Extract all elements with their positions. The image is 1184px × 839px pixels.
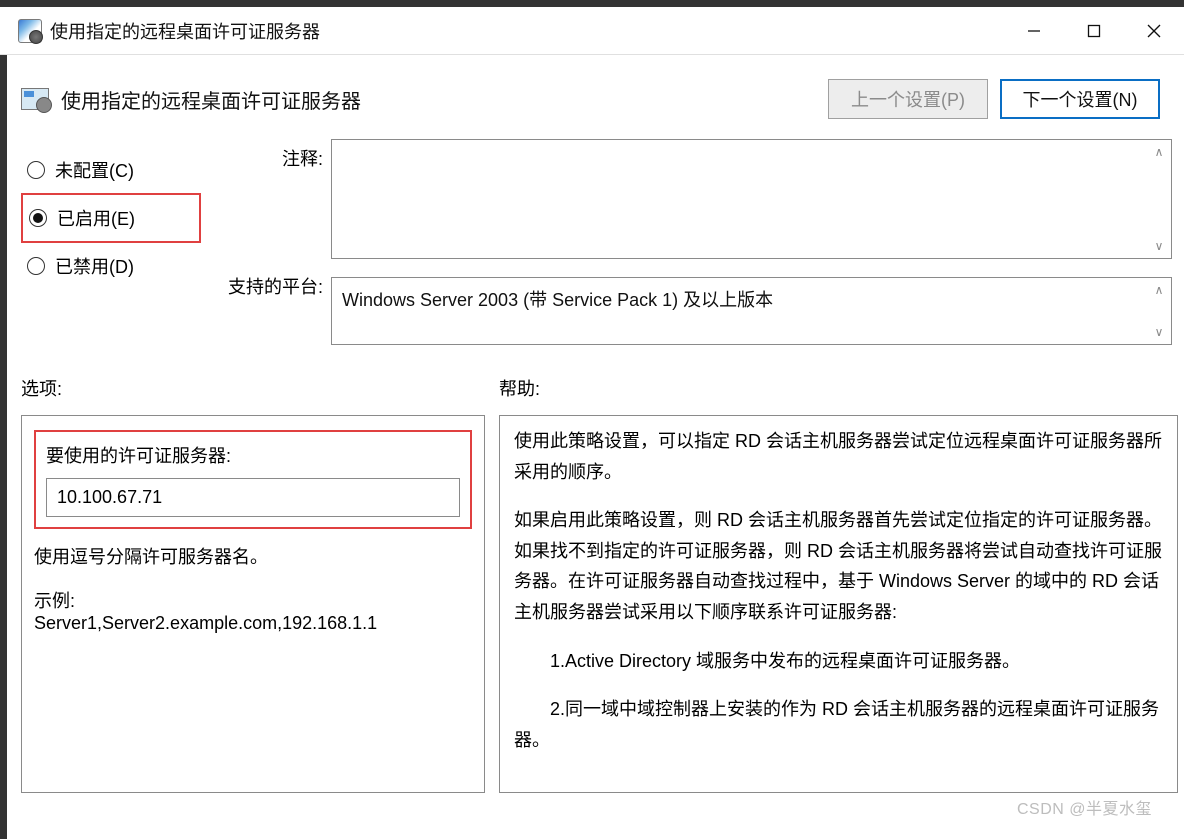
help-pane: 使用此策略设置，可以指定 RD 会话主机服务器尝试定位远程桌面许可证服务器所采用… <box>499 415 1178 793</box>
radio-not-configured[interactable]: 未配置(C) <box>21 147 201 193</box>
scroll-down-icon[interactable]: ∨ <box>1151 238 1167 254</box>
close-button[interactable] <box>1124 11 1184 51</box>
help-section-label: 帮助: <box>499 375 1178 401</box>
state-radio-group: 未配置(C) 已启用(E) 已禁用(D) <box>21 139 201 289</box>
next-setting-button[interactable]: 下一个设置(N) <box>1000 79 1160 119</box>
watermark: CSDN @半夏水玺 <box>1017 795 1152 819</box>
policy-icon <box>18 19 42 43</box>
servers-hint: 使用逗号分隔许可服务器名。 <box>34 543 472 569</box>
example-value: Server1,Server2.example.com,192.168.1.1 <box>34 613 472 634</box>
policy-small-icon <box>21 88 49 110</box>
supported-textarea: Windows Server 2003 (带 Service Pack 1) 及… <box>331 277 1172 345</box>
servers-input[interactable] <box>46 478 460 517</box>
example-label: 示例: <box>34 587 472 613</box>
window-title: 使用指定的远程桌面许可证服务器 <box>50 18 320 44</box>
scroll-up-icon[interactable]: ∧ <box>1151 282 1167 298</box>
policy-title: 使用指定的远程桌面许可证服务器 <box>61 85 361 114</box>
previous-setting-button[interactable]: 上一个设置(P) <box>828 79 988 119</box>
scroll-up-icon[interactable]: ∧ <box>1151 144 1167 160</box>
options-pane: 要使用的许可证服务器: 使用逗号分隔许可服务器名。 示例: Server1,Se… <box>21 415 485 793</box>
supported-label: 支持的平台: <box>201 267 331 345</box>
help-paragraph: 使用此策略设置，可以指定 RD 会话主机服务器尝试定位远程桌面许可证服务器所采用… <box>514 426 1163 487</box>
radio-icon <box>27 161 45 179</box>
help-paragraph: 如果启用此策略设置，则 RD 会话主机服务器首先尝试定位指定的许可证服务器。如果… <box>514 505 1163 627</box>
scroll-down-icon[interactable]: ∨ <box>1151 324 1167 340</box>
comment-label: 注释: <box>201 139 331 259</box>
servers-label: 要使用的许可证服务器: <box>46 442 460 468</box>
help-list-item: 1.Active Directory 域服务中发布的远程桌面许可证服务器。 <box>514 646 1163 677</box>
radio-enabled[interactable]: 已启用(E) <box>21 193 201 243</box>
radio-icon <box>29 209 47 227</box>
servers-highlight: 要使用的许可证服务器: <box>34 430 472 529</box>
radio-icon <box>27 257 45 275</box>
minimize-button[interactable] <box>1004 11 1064 51</box>
maximize-button[interactable] <box>1064 11 1124 51</box>
comment-textarea[interactable]: ∧ ∨ <box>331 139 1172 259</box>
options-section-label: 选项: <box>21 375 499 401</box>
titlebar: 使用指定的远程桌面许可证服务器 <box>0 7 1184 55</box>
help-list-item: 2.同一域中域控制器上安装的作为 RD 会话主机服务器的远程桌面许可证服务器。 <box>514 694 1163 755</box>
radio-disabled[interactable]: 已禁用(D) <box>21 243 201 289</box>
